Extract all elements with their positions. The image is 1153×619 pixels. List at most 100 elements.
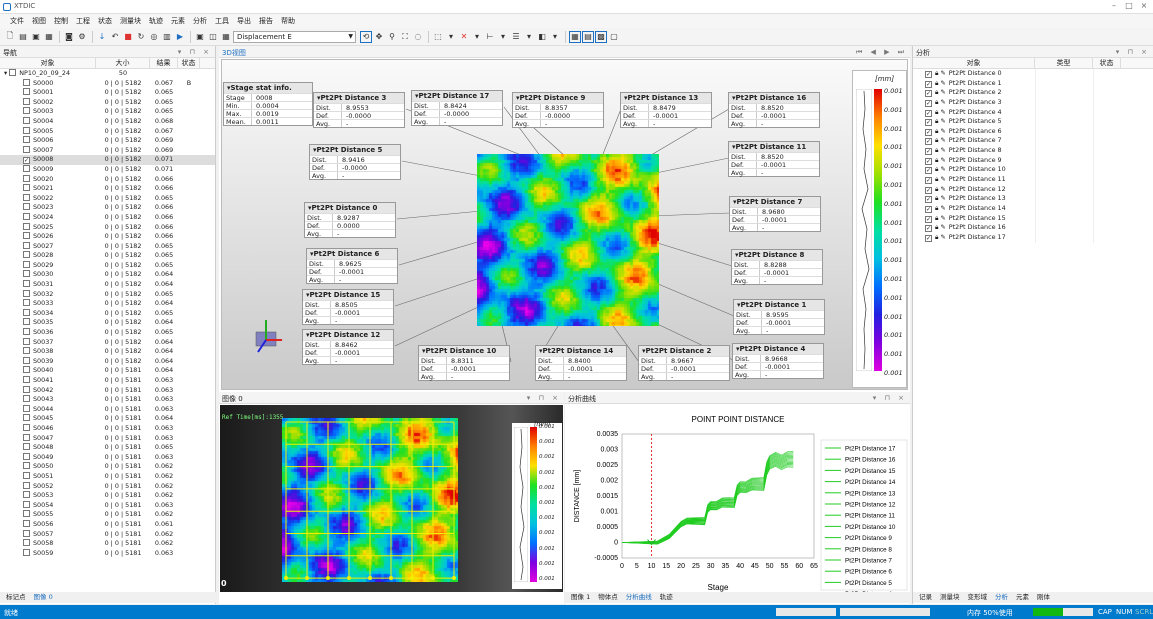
distance-box-3[interactable]: ▾Pt2Pt Distance 3 Dist. 8.9553 Def. -0.0000 A… bbox=[313, 92, 405, 128]
export-image-icon[interactable]: ◫ bbox=[207, 31, 219, 43]
checkbox[interactable]: ✓ bbox=[925, 99, 932, 107]
column-header-status[interactable]: 状态 bbox=[178, 58, 200, 68]
analysis-item[interactable]: ✓ 🔒︎ ✎ Pt2Pt Distance 7 bbox=[913, 136, 1153, 147]
table-row[interactable]: S0004 0 | 0 | 5182 0.068 bbox=[0, 116, 215, 127]
distance-box-7[interactable]: ▾Pt2Pt Distance 7 Dist. 8.9680 Def. -0.0001 A… bbox=[729, 196, 821, 232]
table-row[interactable]: S0056 0 | 0 | 5181 0.061 bbox=[0, 519, 215, 530]
table-row[interactable]: S0048 0 | 0 | 5181 0.065 bbox=[0, 443, 215, 453]
menu-item[interactable]: 状态 bbox=[94, 14, 116, 28]
close-icon[interactable]: × bbox=[1137, 1, 1151, 10]
table-row[interactable]: S0058 0 | 0 | 5181 0.062 bbox=[0, 539, 215, 549]
table-row[interactable]: S0041 0 | 0 | 5181 0.063 bbox=[0, 376, 215, 386]
column-header-status[interactable]: 状态 bbox=[1093, 58, 1121, 68]
column-header-size[interactable]: 大小 bbox=[96, 58, 150, 68]
table-row[interactable]: S0059 0 | 0 | 5181 0.063 bbox=[0, 548, 215, 559]
stop-icon[interactable]: ■ bbox=[122, 31, 134, 43]
analysis-item[interactable]: ✓ 🔒︎ ✎ Pt2Pt Distance 13 bbox=[913, 194, 1153, 204]
checkbox[interactable]: ✓ bbox=[925, 138, 932, 146]
analysis-item[interactable]: ✓ 🔒︎ ✎ Pt2Pt Distance 5 bbox=[913, 117, 1153, 127]
analysis-tab[interactable]: 分析 bbox=[991, 592, 1012, 603]
measure-chevron-icon[interactable]: ▾ bbox=[497, 31, 509, 43]
checkbox[interactable] bbox=[23, 337, 30, 345]
align-chevron-icon[interactable]: ▾ bbox=[549, 31, 561, 43]
menu-item[interactable]: 帮助 bbox=[277, 14, 299, 28]
checkbox[interactable] bbox=[23, 491, 30, 499]
checkbox[interactable]: ✓ bbox=[925, 177, 932, 185]
play-icon[interactable]: ▶ bbox=[174, 31, 186, 43]
analysis-item[interactable]: ✓ 🔒︎ ✎ Pt2Pt Distance 16 bbox=[913, 223, 1153, 233]
target-icon[interactable]: ◎ bbox=[148, 31, 160, 43]
measure-icon[interactable]: ⊢ bbox=[484, 31, 496, 43]
select-mode-chevron-icon[interactable]: ▾ bbox=[445, 31, 457, 43]
column-header-object[interactable]: 对象 bbox=[0, 58, 96, 68]
distance-box-15[interactable]: ▾Pt2Pt Distance 15 Dist. 8.8505 Def. -0.0001… bbox=[302, 289, 394, 325]
table-row[interactable]: S0047 0 | 0 | 5181 0.063 bbox=[0, 433, 215, 444]
analysis-item[interactable]: ✓ 🔒︎ ✎ Pt2Pt Distance 17 bbox=[913, 232, 1153, 243]
table-row[interactable]: S0042 0 | 0 | 5181 0.063 bbox=[0, 385, 215, 396]
checkbox[interactable] bbox=[23, 299, 30, 307]
analysis-item[interactable]: ✓ 🔒︎ ✎ Pt2Pt Distance 12 bbox=[913, 184, 1153, 195]
analysis-item[interactable]: ✓ 🔒︎ ✎ Pt2Pt Distance 2 bbox=[913, 88, 1153, 98]
distance-box-17[interactable]: ▾Pt2Pt Distance 17 Dist. 8.8424 Def. -0.0000… bbox=[411, 90, 503, 126]
table-row[interactable]: S0005 0 | 0 | 5182 0.067 bbox=[0, 126, 215, 137]
tree-root-row[interactable]: ▾ NP10_20_09_24 50 bbox=[0, 69, 215, 79]
table-row[interactable]: S0032 0 | 0 | 5182 0.065 bbox=[0, 289, 215, 300]
layout-quad-icon[interactable]: ▩ bbox=[595, 30, 607, 43]
layout-single-icon[interactable]: ▢ bbox=[608, 31, 620, 43]
menu-item[interactable]: 文件 bbox=[6, 14, 28, 28]
analysis-item[interactable]: ✓ 🔒︎ ✎ Pt2Pt Distance 11 bbox=[913, 175, 1153, 185]
analysis-item[interactable]: ✓ 🔒︎ ✎ Pt2Pt Distance 8 bbox=[913, 146, 1153, 156]
table-row[interactable]: ✓ S0008 0 | 0 | 5182 0.071 bbox=[0, 155, 215, 165]
checkbox[interactable]: ✓ bbox=[925, 71, 932, 78]
checkbox[interactable] bbox=[23, 376, 30, 383]
tab-analysis-curve[interactable]: 分析曲线 bbox=[622, 592, 656, 603]
checkbox[interactable] bbox=[23, 539, 30, 547]
checkbox[interactable] bbox=[23, 260, 30, 268]
save-all-icon[interactable]: ▦ bbox=[43, 31, 55, 43]
fit-view-icon[interactable]: ⛶ bbox=[399, 31, 411, 43]
displacement-heatmap-3d[interactable] bbox=[477, 154, 659, 326]
table-row[interactable]: S0052 0 | 0 | 5181 0.062 bbox=[0, 481, 215, 492]
analysis-item[interactable]: ✓ 🔒︎ ✎ Pt2Pt Distance 10 bbox=[913, 165, 1153, 176]
menu-item[interactable]: 工程 bbox=[72, 14, 94, 28]
maximize-icon[interactable]: □ bbox=[1122, 1, 1136, 10]
table-row[interactable]: S0027 0 | 0 | 5182 0.065 bbox=[0, 241, 215, 252]
checkbox[interactable]: ✓ bbox=[925, 205, 932, 213]
checkbox[interactable] bbox=[23, 308, 30, 316]
checkbox[interactable] bbox=[23, 270, 30, 278]
settings-icon[interactable]: ⚙ bbox=[76, 31, 88, 43]
menu-item[interactable]: 分析 bbox=[189, 14, 211, 28]
checkbox[interactable] bbox=[23, 529, 30, 537]
checkbox[interactable] bbox=[23, 88, 30, 96]
tab-trajectory[interactable]: 轨迹 bbox=[656, 592, 677, 603]
checkbox[interactable] bbox=[23, 116, 30, 124]
download-icon[interactable]: ↓ bbox=[96, 31, 108, 43]
align-icon[interactable]: ◧ bbox=[536, 31, 548, 43]
table-row[interactable]: S0054 0 | 0 | 5181 0.063 bbox=[0, 500, 215, 511]
table-row[interactable]: S0031 0 | 0 | 5182 0.064 bbox=[0, 280, 215, 290]
layout-icon[interactable]: ☰ bbox=[510, 31, 522, 43]
analysis-item[interactable]: ✓ 🔒︎ ✎ Pt2Pt Distance 1 bbox=[913, 78, 1153, 89]
table-row[interactable]: S0050 0 | 0 | 5181 0.062 bbox=[0, 462, 215, 472]
checkbox[interactable] bbox=[23, 414, 30, 422]
analysis-item[interactable]: ✓ 🔒︎ ✎ Pt2Pt Distance 9 bbox=[913, 155, 1153, 166]
table-row[interactable]: S0001 0 | 0 | 5182 0.065 bbox=[0, 88, 215, 98]
analysis-item[interactable]: ✓ 🔒︎ ✎ Pt2Pt Distance 4 bbox=[913, 107, 1153, 118]
table-row[interactable]: S0053 0 | 0 | 5181 0.062 bbox=[0, 491, 215, 501]
view3d-title[interactable]: 3D视图 bbox=[222, 48, 246, 57]
checkbox[interactable] bbox=[23, 462, 30, 470]
tab-image-1[interactable]: 图像 1 bbox=[567, 592, 594, 603]
analysis-item[interactable]: ✓ 🔒︎ ✎ Pt2Pt Distance 6 bbox=[913, 126, 1153, 137]
table-row[interactable]: S0023 0 | 0 | 5182 0.066 bbox=[0, 203, 215, 213]
table-row[interactable]: S0006 0 | 0 | 5182 0.069 bbox=[0, 136, 215, 146]
checkbox[interactable] bbox=[23, 107, 30, 115]
layout-chevron-icon[interactable]: ▾ bbox=[523, 31, 535, 43]
select-icon[interactable]: ⬚ bbox=[432, 31, 444, 43]
distance-box-2[interactable]: ▾Pt2Pt Distance 2 Dist. 8.9667 Def. -0.0001 A… bbox=[638, 345, 730, 381]
checkbox[interactable] bbox=[23, 385, 30, 393]
pan-icon[interactable]: ✥ bbox=[373, 31, 385, 43]
menu-item[interactable]: 视图 bbox=[28, 14, 50, 28]
film-icon[interactable]: ▥ bbox=[161, 31, 173, 43]
marker-point[interactable] bbox=[326, 576, 330, 580]
table-row[interactable]: S0039 0 | 0 | 5182 0.064 bbox=[0, 356, 215, 367]
